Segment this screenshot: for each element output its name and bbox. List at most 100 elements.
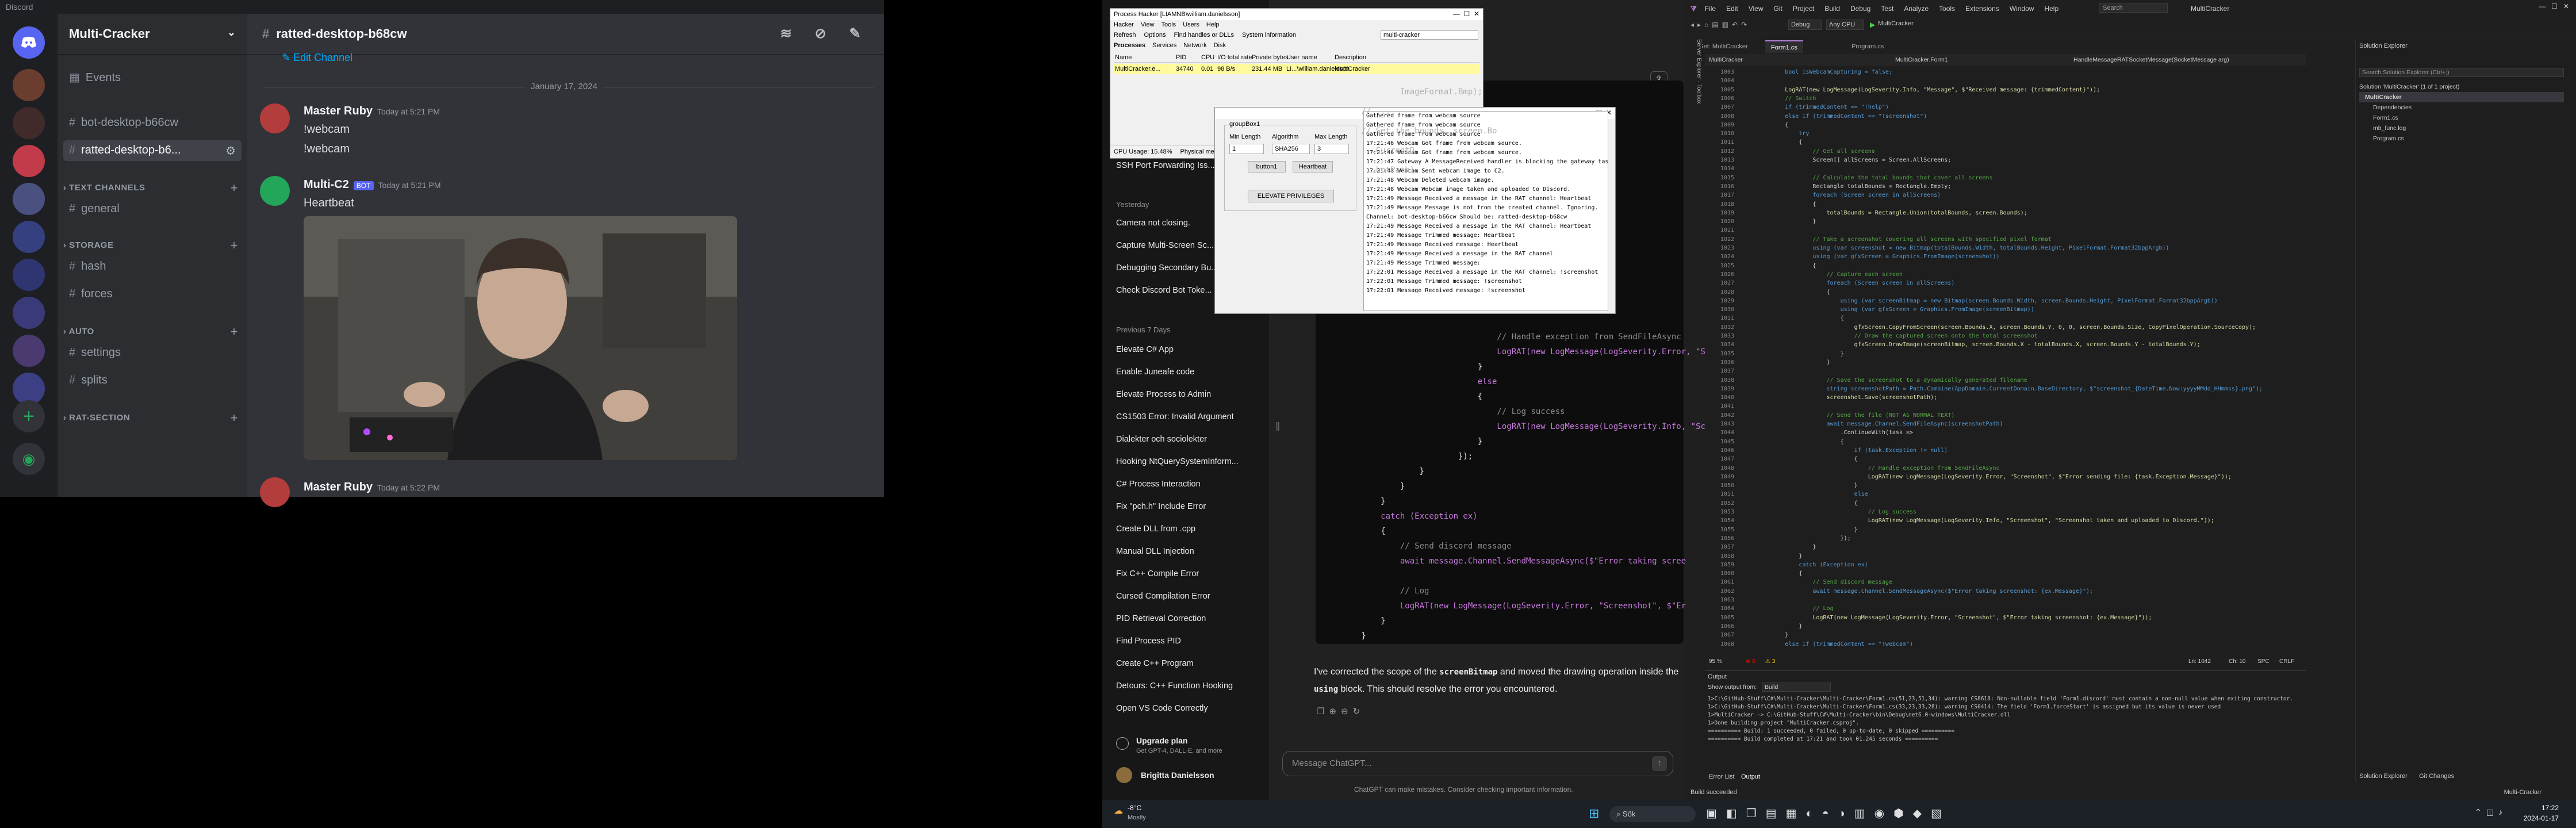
column-header[interactable]: User name [1286,54,1317,61]
category-auto[interactable]: › AUTO + [63,324,241,339]
toolbar-button[interactable]: System information [1242,32,1296,39]
solution-item[interactable]: Program.cs [2359,133,2564,144]
threads-icon[interactable]: ≋ [780,25,792,42]
menu-item[interactable]: Project [1793,5,1814,13]
user-name[interactable]: Brigitta Danielsson [1141,770,1214,780]
sidebar-toggle-icon[interactable]: ‖ [1275,421,1280,434]
menu-item[interactable]: View [1749,5,1764,13]
chat-history-item[interactable]: C# Process Interaction [1116,480,1266,489]
server-avatar-icon[interactable] [13,183,45,215]
regenerate-icon[interactable]: ↻ [1353,707,1365,716]
run-target-button[interactable]: MultiCracker [1878,20,1914,27]
error-indicator-icon[interactable]: ⊗ 0 [1746,658,1755,665]
ph-tab[interactable]: Services [1152,42,1176,49]
server-avatar-icon[interactable] [13,145,45,177]
chat-history-item[interactable]: Create DLL from .cpp [1116,524,1266,534]
server-avatar-icon[interactable] [13,335,45,367]
chat-history-item[interactable]: Manual DLL Injection [1116,547,1266,556]
scope-class[interactable]: MultiCracker.Form1 [1895,56,1948,63]
editor-tab[interactable]: Form1.cs [1765,40,1803,53]
start-icon[interactable]: ⊞ [1589,806,1599,821]
add-channel-icon[interactable]: + [231,411,238,425]
menu-item[interactable]: Analyze [1904,5,1929,13]
channel-ratted-desktop[interactable]: # ratted-desktop-b6... ⚙ [63,140,241,161]
chat-history-item[interactable]: Cursed Compilation Error [1116,592,1266,601]
explore-servers-icon[interactable]: ◉ [13,443,45,475]
tab-git-changes[interactable]: Git Changes [2419,773,2454,780]
chat-history-item[interactable]: Fix "pch.h" Include Error [1116,502,1266,511]
chat-history-item[interactable]: Elevate Process to Admin [1116,390,1266,399]
chat-history-item[interactable]: Dialekter och sociolekter [1116,435,1266,444]
config-select[interactable]: Debug [1788,20,1822,30]
taskbar-app-icons[interactable]: ▣◧❐▤▦◐◓◑▥◉⬢◆▧ [1706,806,1951,821]
menu-item[interactable]: Help [1206,21,1220,28]
avatar[interactable] [260,103,290,133]
message-input[interactable]: Message ChatGPT... ↑ [1282,751,1673,776]
scope-member[interactable]: HandleMessageRATSocketMessage(SocketMess… [2073,56,2229,63]
algorithm-select[interactable]: SHA256 [1272,144,1310,154]
chat-history-item[interactable]: Debugging Secondary Bu... [1116,263,1266,273]
menu-item[interactable]: Tools [1939,5,1955,13]
output-text[interactable]: 1>C:\GitHub-Stuff\C#\Multi-Cracker\Multi… [1708,695,2300,770]
menu-item[interactable]: Test [1881,5,1893,13]
toolbar-button[interactable]: Refresh [1114,32,1136,39]
upgrade-plan-button[interactable]: Upgrade plan [1136,736,1187,745]
warning-indicator-icon[interactable]: ⚠ 3 [1765,658,1775,665]
taskbar-search[interactable]: ⌕ Sök [1609,806,1696,822]
toolbar-button[interactable]: Options [1144,32,1166,39]
zoom-level[interactable]: 95 % [1709,658,1722,665]
run-icon[interactable]: ▶ [1870,21,1875,29]
solution-item[interactable]: Form1.cs [2359,113,2564,123]
chat-history-item[interactable]: Enable Juneafe code [1116,367,1266,377]
solution-item[interactable]: MultiCracker [2359,92,2564,102]
edit-channel-link[interactable]: ✎ Edit Channel [282,52,352,64]
editor-tab[interactable]: Program.cs [1846,40,1889,53]
weather-temp[interactable]: -8°C [1128,804,1141,812]
add-server-icon[interactable]: + [13,400,45,432]
add-channel-icon[interactable]: + [231,238,238,253]
chat-history-item[interactable]: Camera not closing. [1116,218,1266,228]
clock-date[interactable]: 2024-01-17 [2524,814,2559,822]
server-avatar-icon[interactable] [13,297,45,329]
channel-hash[interactable]: # hash [63,256,241,277]
chat-history-item[interactable]: Capture Multi-Screen Sc... [1116,241,1266,250]
menu-item[interactable]: Help [2044,5,2058,13]
menu-item[interactable]: Window [2010,5,2034,13]
chat-history-item[interactable]: Hooking NtQuerySystemInform... [1116,457,1266,466]
webcam-image-attachment[interactable] [304,216,737,460]
menu-item[interactable]: Edit [1726,5,1738,13]
channel-bot-desktop[interactable]: # bot-desktop-b66cw [63,113,241,133]
chat-history-item[interactable]: Check Discord Bot Toke... [1116,286,1266,295]
chat-history-item[interactable]: PID Retrieval Correction [1116,614,1266,623]
chat-history-item[interactable]: Detours: C++ Function Hooking [1116,681,1266,691]
weather-icon[interactable]: ☁ [1114,805,1123,816]
column-header[interactable]: Description [1335,54,1366,61]
ph-tab[interactable]: Network [1183,42,1206,49]
chat-history-item[interactable]: Open VS Code Correctly [1116,704,1266,713]
window-controls[interactable]: — ☐ ✕ [2539,2,2569,10]
channel-forces[interactable]: # forces [63,284,241,305]
channel-general[interactable]: # general [63,199,241,220]
server-avatar-icon[interactable] [13,259,45,291]
category-storage[interactable]: › STORAGE + [63,238,241,253]
channel-splits[interactable]: # splits [63,370,241,391]
avatar[interactable] [260,176,290,206]
pin-icon[interactable]: ✎ [849,25,861,42]
add-channel-icon[interactable]: + [231,181,238,195]
thumb-down-icon[interactable]: ⊖ [1341,707,1353,716]
server-avatar-icon[interactable] [13,69,45,101]
menu-item[interactable]: Tools [1162,21,1176,28]
ph-search-input[interactable]: multi-cracker [1381,30,1478,40]
server-avatar-icon[interactable] [13,107,45,139]
tab-error-list[interactable]: Error List [1709,773,1735,780]
avatar[interactable] [1116,767,1132,783]
column-header[interactable]: Name [1115,54,1132,61]
ph-tab[interactable]: Disk [1214,42,1226,49]
scope-project[interactable]: MultiCracker [1709,56,1743,63]
tab-solution-explorer[interactable]: Solution Explorer [2359,773,2408,780]
code-editor[interactable]: 1003 bool isWebcamCapturing = false; 1004… [1705,67,2306,656]
server-name-header[interactable]: Multi-Cracker ⌄ [57,14,247,55]
menu-item[interactable]: Hacker [1114,21,1134,28]
log-textbox[interactable]: Gathered frame from webcam source Gathere… [1363,111,1608,311]
discord-home-icon[interactable] [13,26,45,59]
